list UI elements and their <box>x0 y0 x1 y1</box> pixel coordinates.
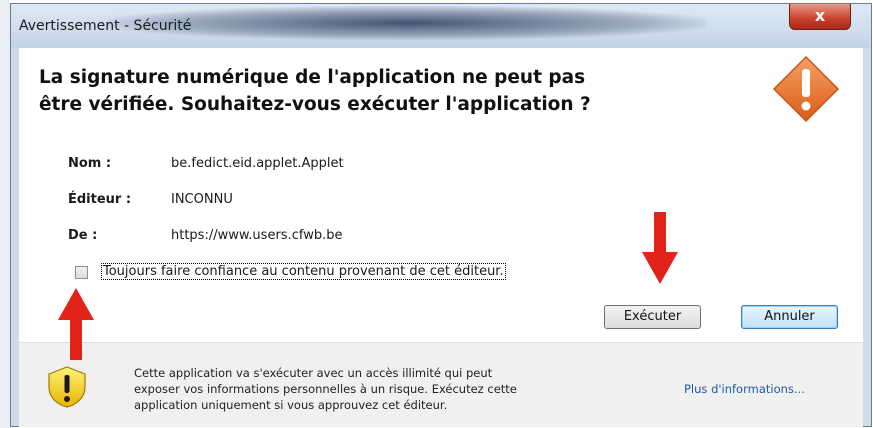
trust-checkbox-label[interactable]: Toujours faire confiance au contenu prov… <box>101 263 506 280</box>
up-arrow-annotation-icon <box>58 288 94 360</box>
dialog-footer: Cette application va s'exécuter avec un … <box>19 342 863 427</box>
window-title: Avertissement - Sécurité <box>19 18 192 34</box>
title-bar[interactable]: Avertissement - Sécurité x <box>11 4 871 48</box>
warning-diamond-icon <box>772 55 840 123</box>
security-warning-dialog: Avertissement - Sécurité x La signature … <box>10 3 872 427</box>
footer-line-1: Cette application va s'exécuter avec un … <box>134 366 493 380</box>
footer-line-2: exposer vos informations personnelles à … <box>134 382 517 396</box>
footer-message: Cette application va s'exécuter avec un … <box>134 365 654 413</box>
screenshot-frame: Avertissement - Sécurité x La signature … <box>0 0 873 428</box>
cancel-button[interactable]: Annuler <box>741 305 838 329</box>
close-button[interactable]: x <box>789 4 851 30</box>
from-value: https://www.users.cfwb.be <box>171 228 343 243</box>
name-label: Nom : <box>68 156 112 171</box>
header-message: La signature numérique de l'application … <box>39 64 759 118</box>
title-glow <box>107 6 707 40</box>
footer-line-3: application uniquement si vous approuvez… <box>134 398 448 412</box>
name-value: be.fedict.eid.applet.Applet <box>171 156 344 171</box>
publisher-value: INCONNU <box>171 192 233 207</box>
run-button[interactable]: Exécuter <box>604 305 701 329</box>
header-line-1: La signature numérique de l'application … <box>39 67 586 88</box>
warning-shield-icon <box>48 366 86 408</box>
trust-checkbox[interactable] <box>75 266 88 279</box>
header-line-2: être vérifiée. Souhaitez-vous exécuter l… <box>39 94 591 115</box>
from-label: De : <box>68 228 98 243</box>
dialog-body: Nom : be.fedict.eid.applet.Applet Éditeu… <box>19 130 863 342</box>
dialog-header: La signature numérique de l'application … <box>19 48 863 131</box>
background-edge <box>0 0 10 428</box>
down-arrow-annotation-icon <box>642 212 678 284</box>
more-info-link[interactable]: Plus d'informations... <box>684 382 805 396</box>
publisher-label: Éditeur : <box>68 192 132 207</box>
